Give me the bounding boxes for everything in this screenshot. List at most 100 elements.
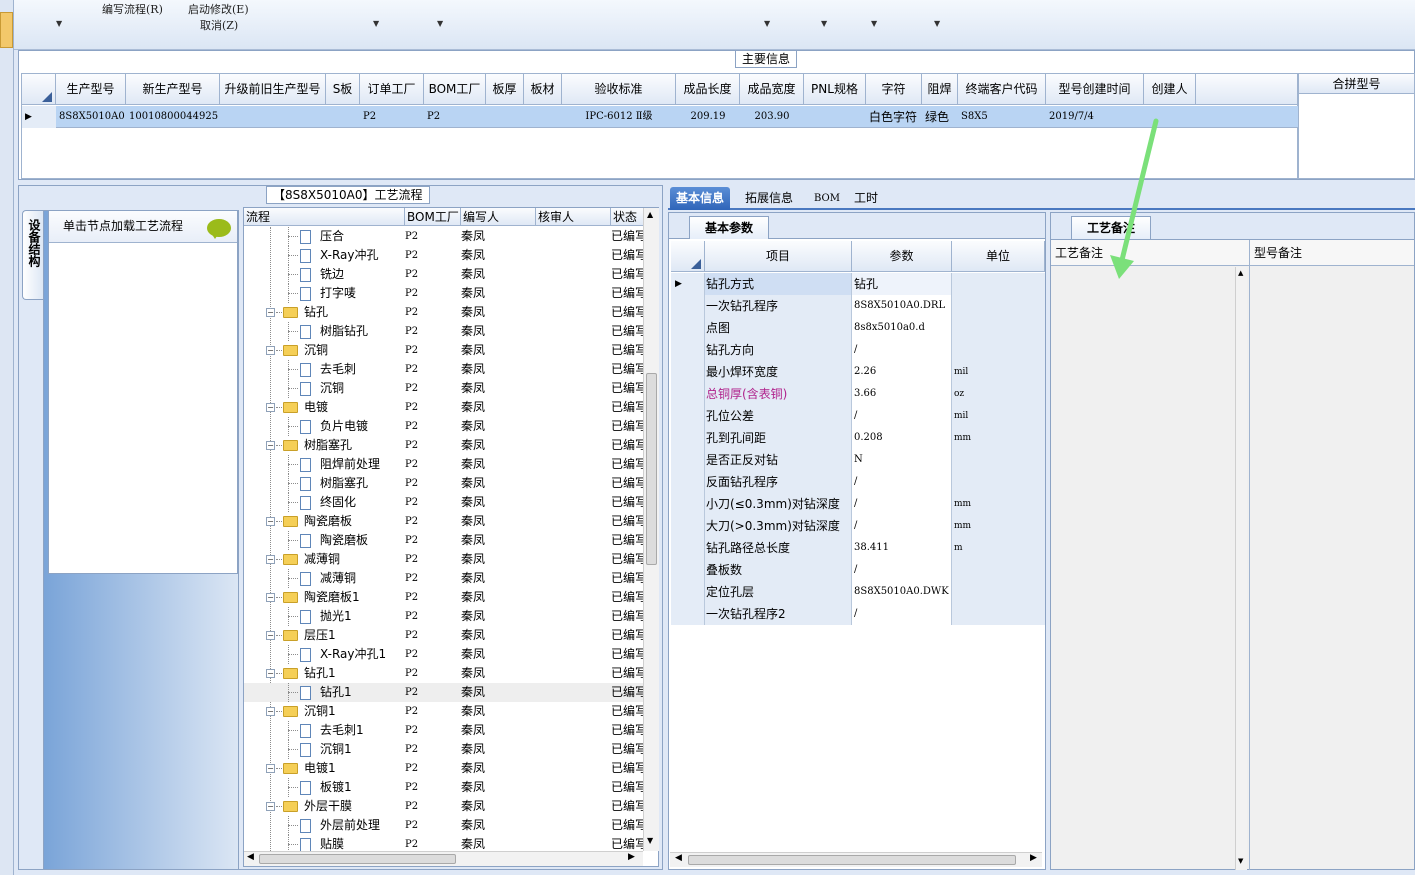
tree-column-header[interactable]: 状态: [611, 208, 644, 226]
tree-node[interactable]: 沉铜1 P2 秦凤 已编写: [244, 740, 644, 759]
param-row[interactable]: 反面钻孔程序 /: [671, 471, 1045, 493]
param-row[interactable]: 大刀(>0.3mm)对钻深度 / mm: [671, 515, 1045, 537]
tree-node[interactable]: − 陶瓷磨板1 P2 秦凤 已编写: [244, 588, 644, 607]
tree-node[interactable]: 压合 P2 秦凤 已编写: [244, 227, 644, 246]
param-value[interactable]: 8s8x5010a0.d: [852, 317, 952, 339]
collapse-toggle-icon[interactable]: −: [266, 631, 275, 640]
tree-node[interactable]: − 层压1 P2 秦凤 已编写: [244, 626, 644, 645]
scroll-up-icon[interactable]: ▲: [1238, 269, 1243, 277]
param-value[interactable]: 8S8X5010A0.DRL: [852, 295, 952, 317]
tree-node[interactable]: − 钻孔1 P2 秦凤 已编写: [244, 664, 644, 683]
scroll-left-icon[interactable]: ◀: [247, 852, 254, 862]
dropdown-arrow-icon[interactable]: ▼: [934, 19, 940, 28]
collapse-toggle-icon[interactable]: −: [266, 308, 275, 317]
param-value[interactable]: /: [852, 515, 952, 537]
tree-node[interactable]: 陶瓷磨板 P2 秦凤 已编写: [244, 531, 644, 550]
dropdown-arrow-icon[interactable]: ▼: [821, 19, 827, 28]
tree-node[interactable]: 抛光1 P2 秦凤 已编写: [244, 607, 644, 626]
menu-cancel[interactable]: 取消(Z): [200, 17, 238, 33]
param-value[interactable]: 0.208: [852, 427, 952, 449]
tree-node[interactable]: − 钻孔 P2 秦凤 已编写: [244, 303, 644, 322]
param-row[interactable]: 孔到孔间距 0.208 mm: [671, 427, 1045, 449]
tree-node[interactable]: 负片电镀 P2 秦凤 已编写: [244, 417, 644, 436]
collapse-toggle-icon[interactable]: −: [266, 441, 275, 450]
params-column-header[interactable]: 单位: [952, 241, 1045, 272]
param-row[interactable]: 孔位公差 / mil: [671, 405, 1045, 427]
params-horizontal-scrollbar[interactable]: ◀ ▶: [670, 852, 1042, 867]
collapse-toggle-icon[interactable]: −: [266, 346, 275, 355]
menu-write-flow[interactable]: 编写流程(R): [102, 1, 163, 17]
tree-node[interactable]: X-Ray冲孔 P2 秦凤 已编写: [244, 246, 644, 265]
menu-start-modify[interactable]: 启动修改(E): [188, 1, 249, 17]
column-header[interactable]: 终端客户代码: [958, 74, 1046, 105]
tree-node[interactable]: 沉铜 P2 秦凤 已编写: [244, 379, 644, 398]
column-header[interactable]: 成品宽度: [740, 74, 804, 105]
dropdown-arrow-icon[interactable]: ▼: [871, 19, 877, 28]
column-header[interactable]: 成品长度: [676, 74, 740, 105]
column-header[interactable]: 字符: [866, 74, 922, 105]
subtab-basic-params[interactable]: 基本参数: [689, 216, 769, 239]
column-header[interactable]: 验收标准: [562, 74, 676, 105]
column-header[interactable]: 创建人: [1144, 74, 1196, 105]
param-row[interactable]: 定位孔层 8S8X5010A0.DWK: [671, 581, 1045, 603]
param-row[interactable]: 一次钻孔程序 8S8X5010A0.DRL: [671, 295, 1045, 317]
param-value[interactable]: 2.26: [852, 361, 952, 383]
tab-basic-info[interactable]: 基本信息: [670, 187, 731, 210]
dropdown-arrow-icon[interactable]: ▼: [373, 19, 379, 28]
param-row[interactable]: 最小焊环宽度 2.26 mil: [671, 361, 1045, 383]
column-header[interactable]: 型号创建时间: [1046, 74, 1144, 105]
tree-vertical-scrollbar[interactable]: ▲ ▼: [643, 208, 659, 851]
param-value[interactable]: 38.411: [852, 537, 952, 559]
param-value[interactable]: 3.66: [852, 383, 952, 405]
dropdown-arrow-icon[interactable]: ▼: [437, 19, 443, 28]
scroll-thumb[interactable]: [646, 373, 657, 565]
tree-node[interactable]: 阻焊前处理 P2 秦凤 已编写: [244, 455, 644, 474]
tree-node[interactable]: − 外层干膜 P2 秦凤 已编写: [244, 797, 644, 816]
scroll-thumb[interactable]: [688, 855, 1016, 865]
tree-column-header[interactable]: 编写人: [461, 208, 536, 226]
param-value[interactable]: N: [852, 449, 952, 471]
column-header[interactable]: 板厚: [486, 74, 524, 105]
scroll-right-icon[interactable]: ▶: [628, 852, 635, 862]
tree-node[interactable]: − 沉铜1 P2 秦凤 已编写: [244, 702, 644, 721]
scroll-left-icon[interactable]: ◀: [675, 853, 682, 863]
param-value[interactable]: /: [852, 493, 952, 515]
tree-node[interactable]: − 电镀1 P2 秦凤 已编写: [244, 759, 644, 778]
tree-column-header[interactable]: 核审人: [536, 208, 611, 226]
param-value[interactable]: /: [852, 339, 952, 361]
model-note-column[interactable]: 型号备注: [1250, 240, 1414, 870]
collapse-toggle-icon[interactable]: −: [266, 555, 275, 564]
scroll-down-icon[interactable]: ▼: [647, 836, 653, 845]
collapse-toggle-icon[interactable]: −: [266, 593, 275, 602]
side-tab-equipment[interactable]: 设备结构: [22, 210, 44, 300]
tree-node[interactable]: − 陶瓷磨板 P2 秦凤 已编写: [244, 512, 644, 531]
tree-horizontal-scrollbar[interactable]: ◀ ▶: [244, 851, 643, 866]
collapse-toggle-icon[interactable]: −: [266, 403, 275, 412]
param-row[interactable]: 小刀(≤0.3mm)对钻深度 / mm: [671, 493, 1045, 515]
column-header[interactable]: 新生产型号: [126, 74, 220, 105]
load-flow-header[interactable]: 单击节点加载工艺流程: [49, 211, 237, 243]
collapse-toggle-icon[interactable]: −: [266, 764, 275, 773]
tree-node[interactable]: 树脂塞孔 P2 秦凤 已编写: [244, 474, 644, 493]
column-header[interactable]: 阻焊: [922, 74, 958, 105]
tree-node[interactable]: 去毛刺 P2 秦凤 已编写: [244, 360, 644, 379]
scroll-thumb[interactable]: [259, 854, 456, 864]
tab-extended-info[interactable]: 拓展信息: [739, 187, 799, 210]
column-header[interactable]: 板材: [524, 74, 562, 105]
params-column-header[interactable]: 参数: [852, 241, 952, 272]
param-row[interactable]: ▶ 钻孔方式 钻孔: [671, 273, 1045, 295]
collapse-toggle-icon[interactable]: −: [266, 707, 275, 716]
tree-column-header[interactable]: 流程: [244, 208, 405, 226]
param-row[interactable]: 点图 8s8x5010a0.d: [671, 317, 1045, 339]
tree-node[interactable]: − 减薄铜 P2 秦凤 已编写: [244, 550, 644, 569]
param-value[interactable]: /: [852, 471, 952, 493]
column-header[interactable]: 升级前旧生产型号: [220, 74, 326, 105]
collapse-toggle-icon[interactable]: −: [266, 802, 275, 811]
dropdown-arrow-icon[interactable]: ▼: [764, 19, 770, 28]
tree-node[interactable]: 铣边 P2 秦凤 已编写: [244, 265, 644, 284]
param-value[interactable]: /: [852, 559, 952, 581]
param-row[interactable]: 钻孔方向 /: [671, 339, 1045, 361]
param-value[interactable]: 钻孔: [852, 273, 952, 295]
param-value[interactable]: /: [852, 405, 952, 427]
param-value[interactable]: 8S8X5010A0.DWK: [852, 581, 952, 603]
